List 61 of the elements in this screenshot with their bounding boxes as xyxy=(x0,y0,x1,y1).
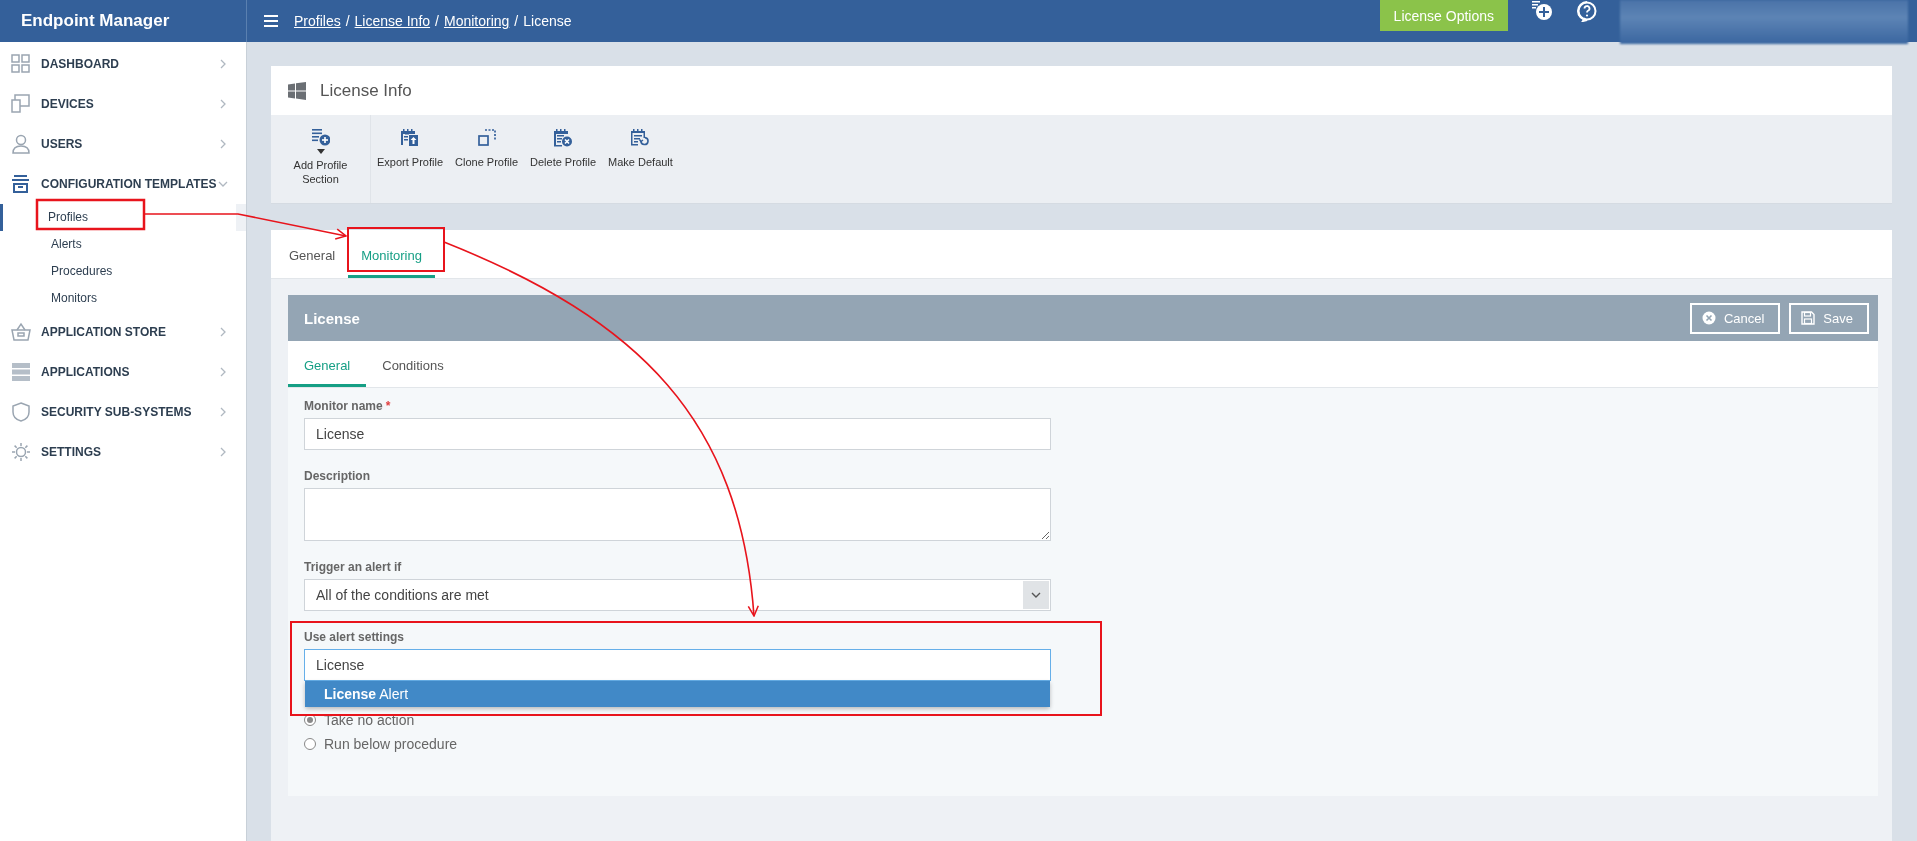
field-label: Trigger an alert if xyxy=(304,560,402,574)
nav-item[interactable]: APPLICATION STORE xyxy=(0,312,246,352)
toolbar-button[interactable]: Export Profile xyxy=(371,115,450,203)
app-title: Endpoint Manager xyxy=(21,11,170,31)
breadcrumb-separator: / xyxy=(435,13,439,29)
nav-item[interactable]: DASHBOARD xyxy=(0,44,246,84)
panel-title: License xyxy=(304,309,360,327)
toolbar-icon xyxy=(477,129,496,147)
radio-button[interactable] xyxy=(304,738,316,750)
field-label: Description xyxy=(304,469,370,483)
submenu-item[interactable]: Procedures xyxy=(0,258,246,285)
help-icon[interactable] xyxy=(1576,0,1598,22)
toolbar-icon xyxy=(631,129,650,147)
required-mark: * xyxy=(385,399,391,413)
toolbar-button[interactable]: Make Default xyxy=(602,115,679,203)
tab[interactable]: Conditions xyxy=(366,341,460,387)
submenu-item[interactable]: Monitors xyxy=(0,285,246,312)
nav-icon xyxy=(11,174,31,194)
nav-icon xyxy=(11,94,31,114)
field-label: Monitor name xyxy=(304,399,383,413)
breadcrumb-current: License xyxy=(523,13,572,29)
breadcrumb-link[interactable]: License Info xyxy=(354,13,431,29)
description-field[interactable] xyxy=(304,488,1051,541)
page-title: License Info xyxy=(320,80,412,101)
search-field[interactable]: License xyxy=(304,649,1051,681)
nav-item[interactable]: CONFIGURATION TEMPLATES xyxy=(0,164,246,204)
suggestion-item[interactable]: License Alert xyxy=(305,681,1050,707)
toolbar-button[interactable]: Delete Profile xyxy=(524,115,603,203)
dropdown-field[interactable]: All of the conditions are met xyxy=(304,579,1051,611)
breadcrumb-separator: / xyxy=(514,13,519,29)
nav-icon xyxy=(11,322,31,342)
radio-label: Run below procedure xyxy=(324,736,458,752)
nav-icon xyxy=(11,134,31,154)
tab[interactable]: General xyxy=(276,230,349,278)
nav-item[interactable]: USERS xyxy=(0,124,246,164)
breadcrumb-link[interactable]: Monitoring xyxy=(443,13,510,29)
field-label: Use alert settings xyxy=(304,630,405,644)
toolbar-icon xyxy=(311,129,330,147)
add-icon[interactable] xyxy=(1532,0,1554,22)
toolbar-button[interactable]: Clone Profile xyxy=(449,115,524,203)
menu-icon[interactable] xyxy=(264,15,278,27)
close-icon xyxy=(1701,311,1716,325)
save-icon xyxy=(1801,311,1816,325)
nav-icon xyxy=(11,442,31,462)
nav-item[interactable]: SETTINGS xyxy=(0,432,246,472)
nav-icon xyxy=(11,402,31,422)
nav-icon xyxy=(11,362,31,382)
nav-item[interactable]: APPLICATIONS xyxy=(0,352,246,392)
toolbar-icon xyxy=(554,129,573,147)
submenu-item[interactable]: Alerts xyxy=(0,231,246,258)
breadcrumb-separator: / xyxy=(345,13,350,29)
toolbar-button[interactable]: Add Profile Section xyxy=(271,115,371,203)
nav-icon xyxy=(11,54,31,74)
breadcrumb-link[interactable]: Profiles xyxy=(294,13,341,29)
nav-item[interactable]: DEVICES xyxy=(0,84,246,124)
nav-item[interactable]: SECURITY SUB-SYSTEMS xyxy=(0,392,246,432)
chevron-down-icon xyxy=(1031,592,1041,598)
windows-icon xyxy=(288,81,306,100)
text-field[interactable]: License xyxy=(304,418,1051,450)
submenu-item[interactable]: Profiles xyxy=(0,204,246,231)
toolbar-icon xyxy=(401,129,419,147)
